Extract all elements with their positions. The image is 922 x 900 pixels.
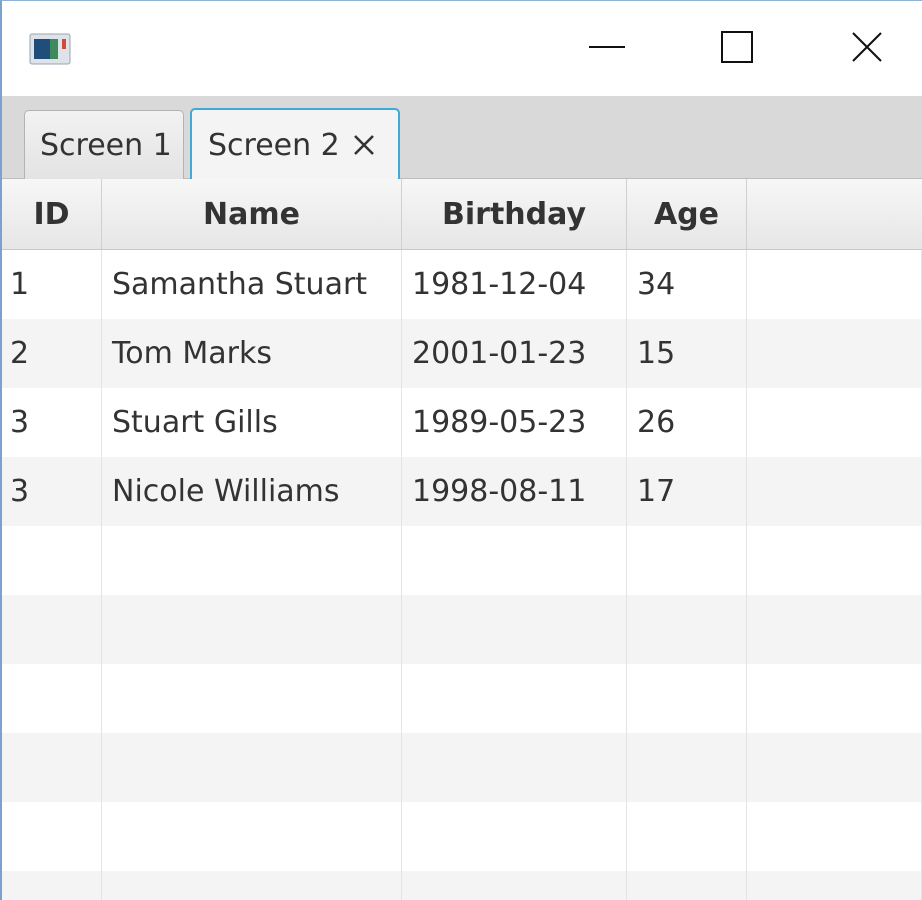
cell-filler <box>747 457 922 526</box>
empty-cell <box>747 733 922 802</box>
cell-birthday: 1981-12-04 <box>402 250 627 319</box>
column-header-id[interactable]: ID <box>2 179 102 249</box>
empty-cell <box>747 595 922 664</box>
table-row[interactable]: 3 Stuart Gills 1989-05-23 26 <box>2 388 922 457</box>
empty-cell <box>402 526 627 595</box>
table-header: ID Name Birthday Age <box>2 179 922 250</box>
empty-cell <box>402 802 627 871</box>
tab-screen-2[interactable]: Screen 2 <box>190 108 400 180</box>
tab-screen-1[interactable]: Screen 1 <box>24 110 184 179</box>
empty-cell <box>747 664 922 733</box>
empty-cell <box>627 526 747 595</box>
table-row[interactable]: 2 Tom Marks 2001-01-23 15 <box>2 319 922 388</box>
cell-birthday: 1998-08-11 <box>402 457 627 526</box>
table-row[interactable]: 1 Samantha Stuart 1981-12-04 34 <box>2 250 922 319</box>
cell-id: 3 <box>2 457 102 526</box>
cell-name: Tom Marks <box>102 319 402 388</box>
cell-filler <box>747 319 922 388</box>
cell-name: Samantha Stuart <box>102 250 402 319</box>
empty-cell <box>747 802 922 871</box>
cell-age: 15 <box>627 319 747 388</box>
column-header-name[interactable]: Name <box>102 179 402 249</box>
empty-cell <box>102 595 402 664</box>
empty-cell <box>627 664 747 733</box>
maximize-button[interactable] <box>692 1 782 96</box>
title-bar[interactable] <box>2 1 922 96</box>
cell-filler <box>747 388 922 457</box>
close-icon <box>847 27 887 71</box>
empty-cell <box>627 871 747 900</box>
tab-label: Screen 2 <box>208 127 340 163</box>
empty-table-row <box>2 802 922 871</box>
empty-table-row <box>2 526 922 595</box>
empty-table-row <box>2 595 922 664</box>
cell-birthday: 1989-05-23 <box>402 388 627 457</box>
tab-close-icon[interactable] <box>352 133 376 157</box>
application-window: Screen 1 Screen 2 ID Name Birthday Age 1… <box>0 0 922 900</box>
cell-id: 2 <box>2 319 102 388</box>
empty-cell <box>102 871 402 900</box>
empty-cell <box>102 733 402 802</box>
empty-cell <box>747 526 922 595</box>
empty-cell <box>627 595 747 664</box>
empty-cell <box>2 664 102 733</box>
empty-cell <box>2 595 102 664</box>
close-window-button[interactable] <box>822 1 912 96</box>
empty-cell <box>402 595 627 664</box>
empty-cell <box>627 802 747 871</box>
cell-age: 17 <box>627 457 747 526</box>
column-header-age[interactable]: Age <box>627 179 747 249</box>
cell-age: 34 <box>627 250 747 319</box>
java-app-icon <box>29 33 71 65</box>
empty-table-row <box>2 733 922 802</box>
tab-bar: Screen 1 Screen 2 <box>2 96 922 180</box>
cell-id: 1 <box>2 250 102 319</box>
empty-cell <box>102 526 402 595</box>
empty-cell <box>2 733 102 802</box>
empty-cell <box>402 733 627 802</box>
cell-filler <box>747 250 922 319</box>
minimize-button[interactable] <box>562 1 652 96</box>
empty-cell <box>2 802 102 871</box>
tab-label: Screen 1 <box>40 127 172 163</box>
empty-cell <box>2 871 102 900</box>
empty-table-row <box>2 664 922 733</box>
empty-cell <box>402 871 627 900</box>
empty-cell <box>402 664 627 733</box>
empty-table-row <box>2 871 922 900</box>
cell-name: Nicole Williams <box>102 457 402 526</box>
empty-cell <box>2 526 102 595</box>
data-table[interactable]: ID Name Birthday Age 1 Samantha Stuart 1… <box>2 179 922 900</box>
cell-id: 3 <box>2 388 102 457</box>
empty-cell <box>747 871 922 900</box>
table-row[interactable]: 3 Nicole Williams 1998-08-11 17 <box>2 457 922 526</box>
empty-cell <box>102 664 402 733</box>
minimize-icon <box>587 27 627 71</box>
cell-age: 26 <box>627 388 747 457</box>
maximize-icon <box>717 27 757 71</box>
cell-name: Stuart Gills <box>102 388 402 457</box>
column-header-birthday[interactable]: Birthday <box>402 179 627 249</box>
empty-cell <box>627 733 747 802</box>
cell-birthday: 2001-01-23 <box>402 319 627 388</box>
empty-cell <box>102 802 402 871</box>
column-header-filler <box>747 179 922 249</box>
